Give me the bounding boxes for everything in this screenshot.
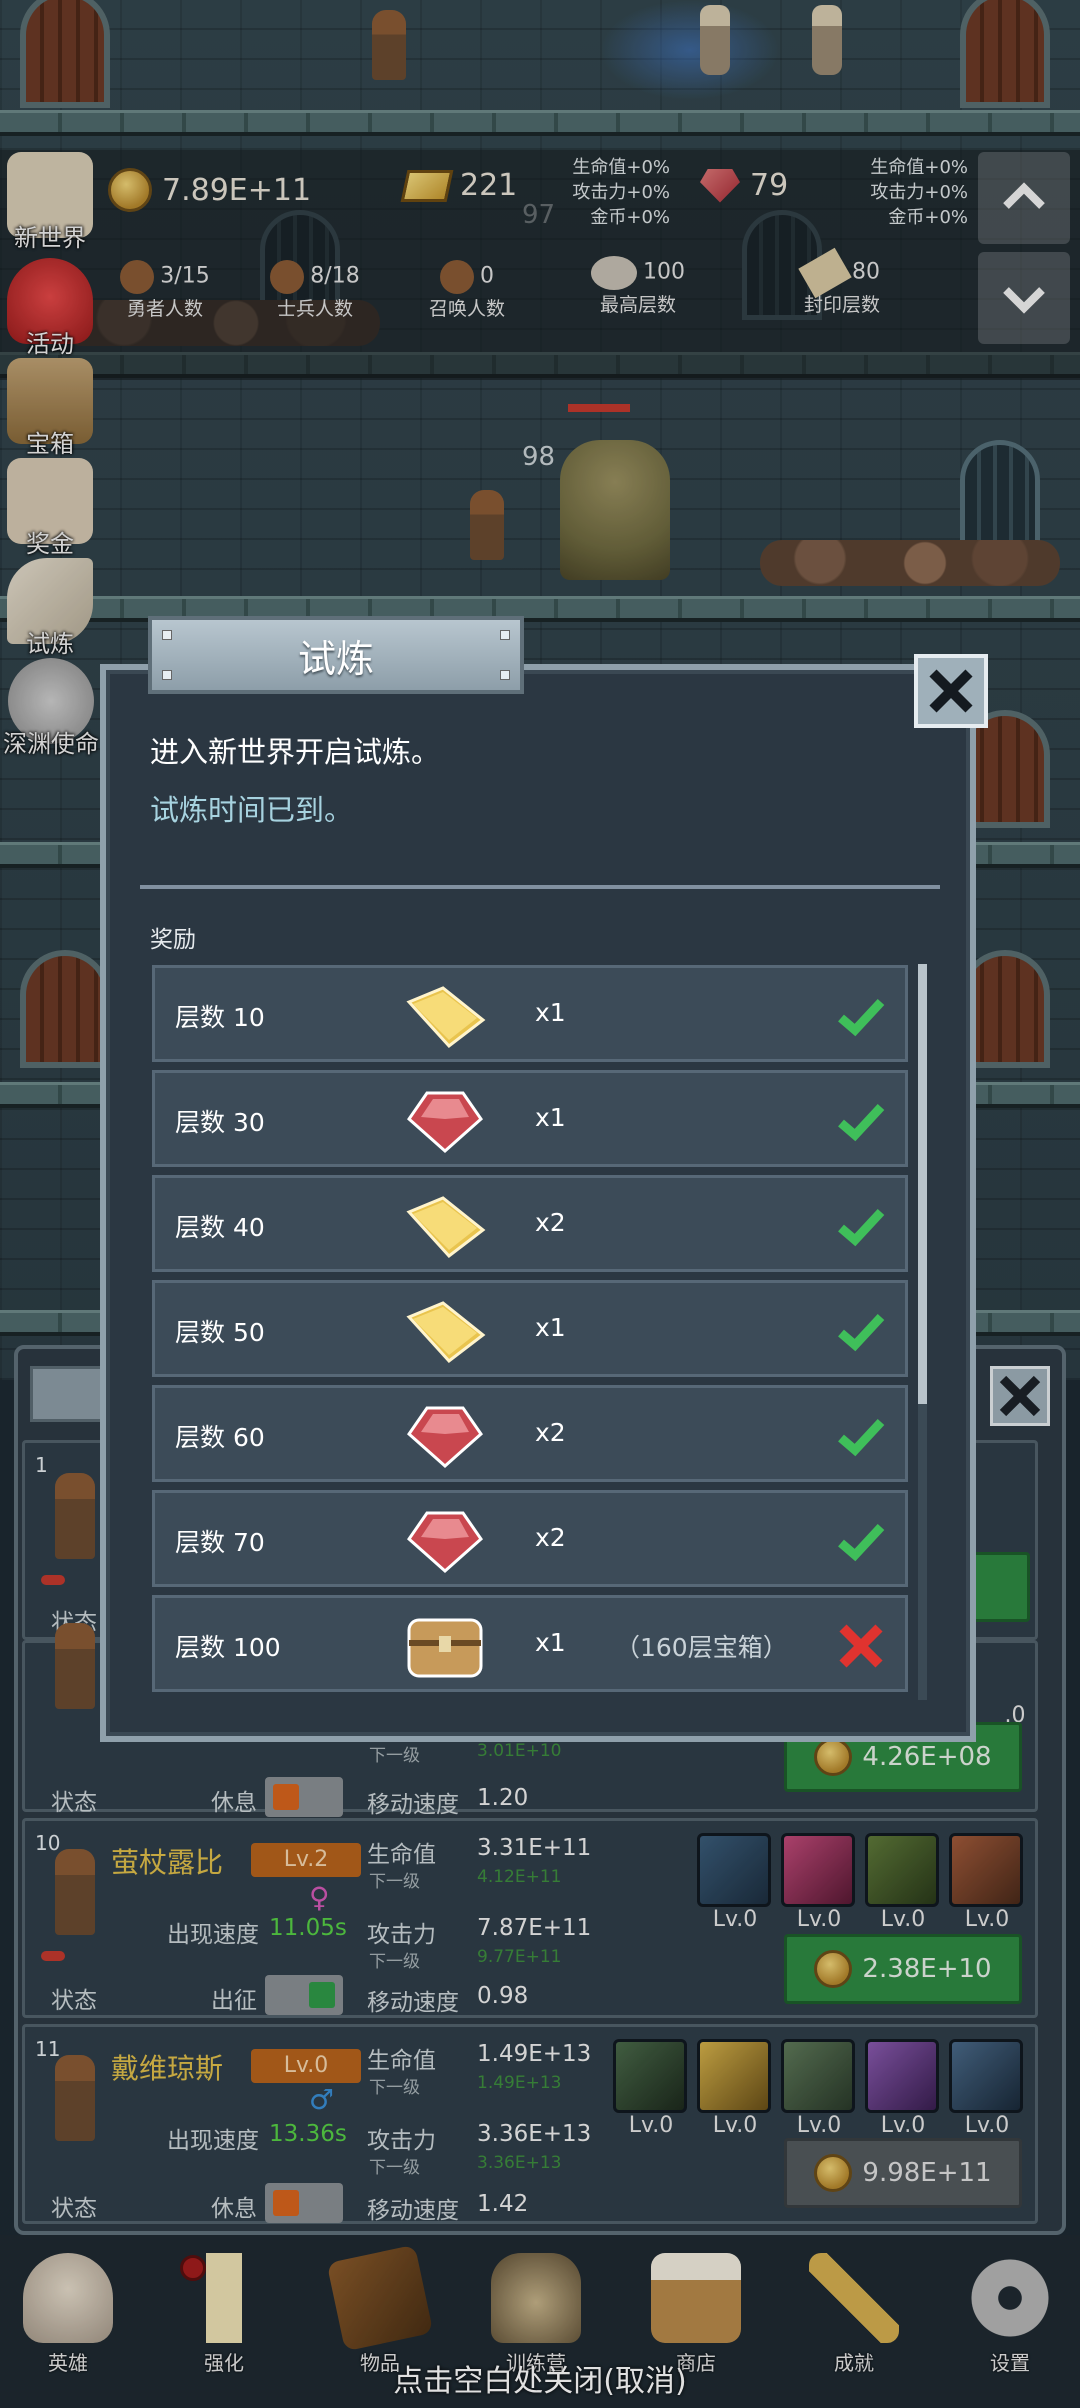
ruby-icon bbox=[407, 1511, 483, 1574]
goldbar-icon bbox=[406, 986, 486, 1049]
reward-row: 层数 30 x1 bbox=[152, 1070, 908, 1167]
check-icon bbox=[838, 1208, 885, 1247]
ruby-icon bbox=[407, 1406, 483, 1469]
modal-title: 试炼 bbox=[297, 636, 374, 681]
check-icon bbox=[838, 1418, 885, 1457]
scrollbar-thumb[interactable] bbox=[918, 964, 927, 1404]
reward-row: 层数 60 x2 bbox=[152, 1385, 908, 1482]
rewards-label: 奖励 bbox=[150, 927, 196, 953]
ruby-icon bbox=[407, 1091, 483, 1154]
reward-row: 层数 40 x2 bbox=[152, 1175, 908, 1272]
reward-list[interactable]: 层数 10 x1 层数 30 x1 层数 40 x2 层数 50 x1 层数 6… bbox=[152, 965, 908, 1700]
trial-description: 进入新世界开启试炼。 bbox=[150, 735, 441, 769]
goldbar-icon bbox=[406, 1196, 486, 1259]
reward-row: 层数 50 x1 bbox=[152, 1280, 908, 1377]
check-icon bbox=[838, 1523, 885, 1562]
check-icon bbox=[838, 998, 885, 1037]
rivet bbox=[500, 630, 510, 640]
check-icon bbox=[838, 1313, 885, 1352]
reward-row: 层数 70 x2 bbox=[152, 1490, 908, 1587]
goldbar-icon bbox=[406, 1301, 486, 1364]
close-icon bbox=[929, 669, 973, 713]
check-icon bbox=[838, 1103, 885, 1142]
reward-row: 层数 10 x1 bbox=[152, 965, 908, 1062]
rivet bbox=[162, 630, 172, 640]
rivet bbox=[162, 670, 172, 680]
chest-icon bbox=[407, 1618, 483, 1678]
reward-row: 层数 100 x1 （160层宝箱） bbox=[152, 1595, 908, 1692]
rivet bbox=[500, 670, 510, 680]
divider bbox=[140, 885, 940, 889]
modal-title-tab: 试炼 bbox=[148, 616, 524, 694]
cross-icon bbox=[839, 1624, 883, 1668]
trial-status: 试炼时间已到。 bbox=[150, 793, 354, 827]
modal-close-button[interactable] bbox=[914, 654, 988, 728]
